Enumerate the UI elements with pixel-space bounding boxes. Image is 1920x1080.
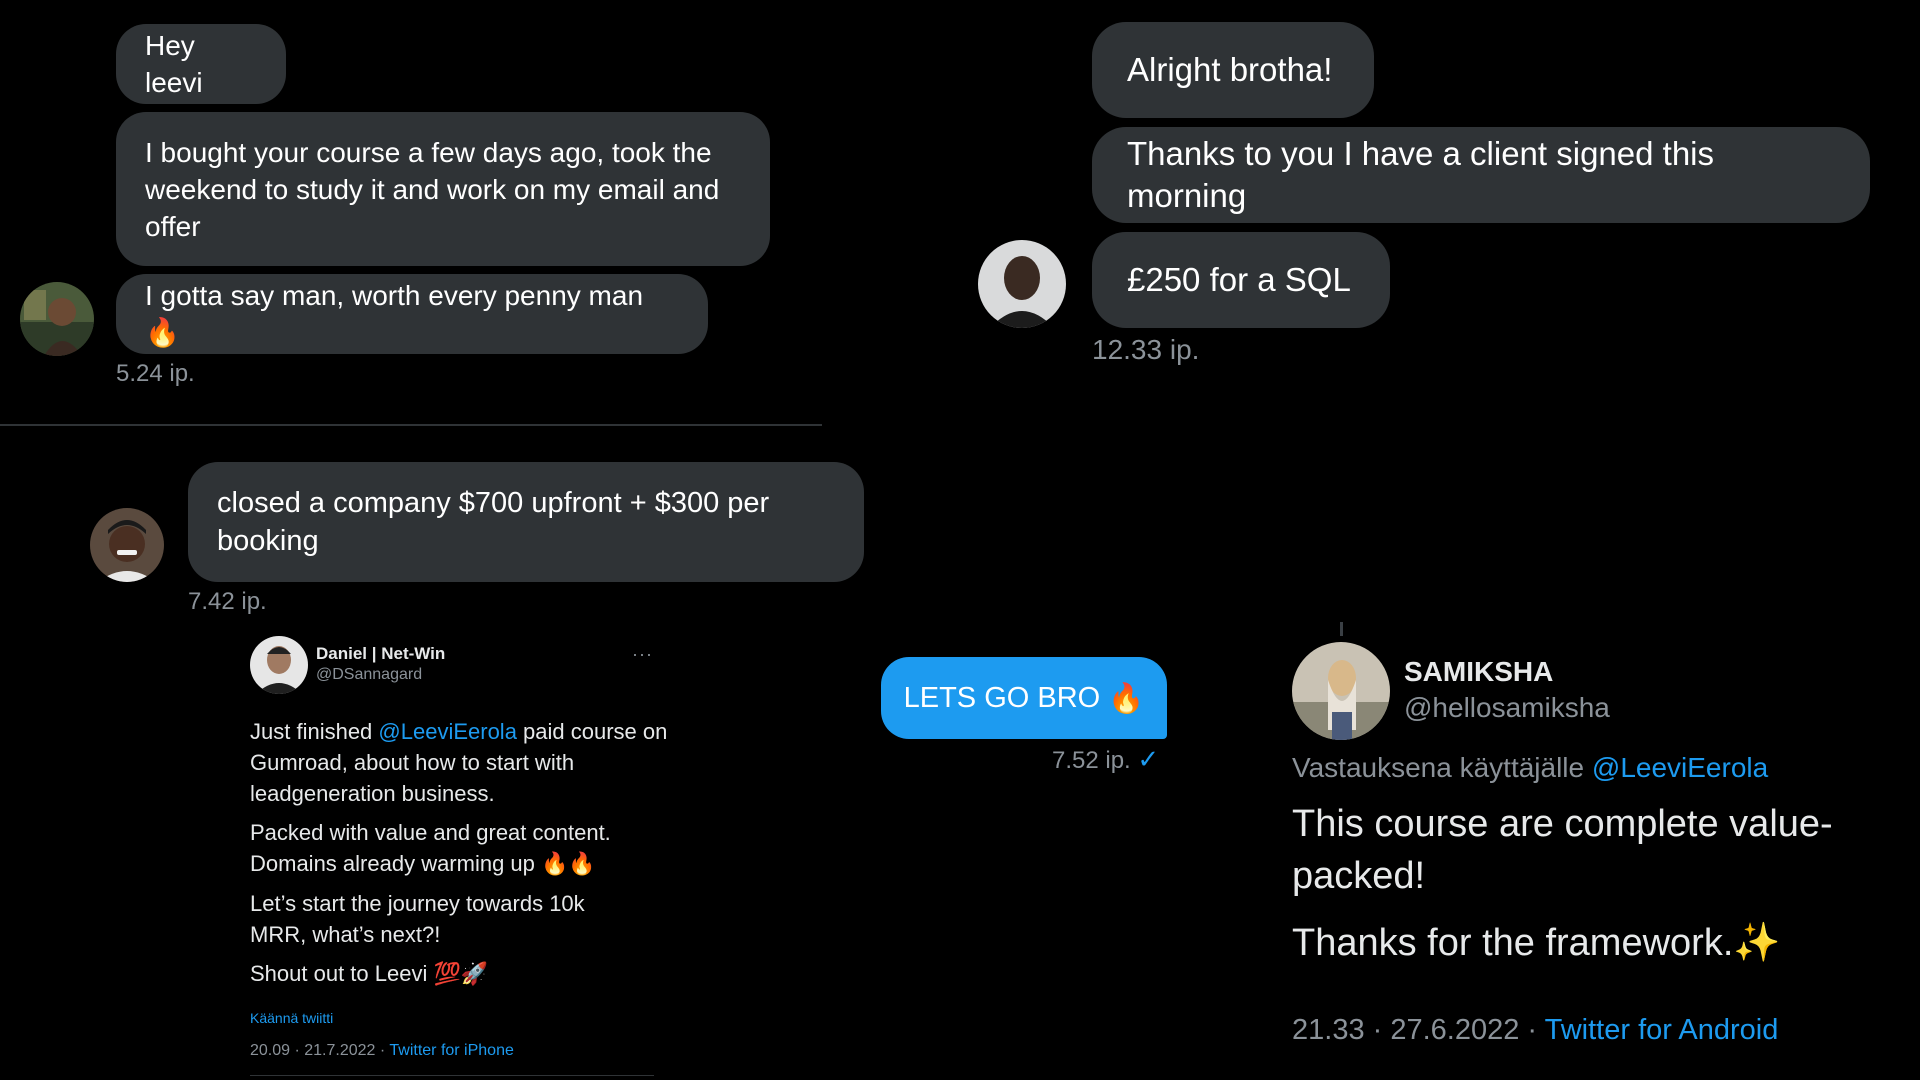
avatar-image [250, 636, 308, 694]
tweet-timestamp[interactable]: 21.33 · 27.6.2022 · [1292, 1014, 1545, 1046]
avatar-image [20, 282, 94, 356]
message-text: I bought your course a few days ago, too… [145, 136, 720, 242]
tweet-paragraph: Packed with value and great content. Dom… [250, 817, 670, 880]
message-timestamp: 7.42 ip. [188, 588, 267, 615]
message-text: LETS GO BRO [903, 681, 1101, 714]
message-bubble[interactable]: Thanks to you I have a client signed thi… [1092, 127, 1870, 223]
check-icon: ✓ [1137, 744, 1160, 774]
message-text-content: I gotta say man, worth every penny man [145, 280, 644, 311]
mention-link[interactable]: @LeeviEerola [378, 719, 517, 744]
translate-tweet-link[interactable]: Käännä twiitti [250, 1010, 333, 1026]
message-bubble[interactable]: I gotta say man, worth every penny man 🔥 [116, 274, 708, 354]
thread-line [1340, 622, 1343, 636]
message-bubble[interactable]: £250 for a SQL [1092, 232, 1390, 328]
tweet-paragraph: Just finished @LeeviEerola paid course o… [250, 716, 670, 809]
avatar[interactable] [90, 508, 164, 582]
tweet-body: This course are complete value-packed! T… [1292, 798, 1872, 969]
avatar-image [1292, 642, 1390, 740]
tweet-paragraph: Shout out to Leevi 💯🚀 [250, 958, 670, 990]
tweet-paragraph: Thanks for the framework.✨ [1292, 916, 1872, 969]
tweet-meta: 21.33 · 27.6.2022 · Twitter for Android [1292, 1014, 1778, 1047]
tweet-paragraph: This course are complete value-packed! [1292, 803, 1833, 897]
message-text: £250 for a SQL [1127, 261, 1351, 298]
reply-prefix: Vastauksena käyttäjälle [1292, 752, 1592, 783]
avatar[interactable] [978, 240, 1066, 328]
message-text: closed a company $700 upfront + $300 per… [217, 487, 770, 557]
more-options-icon[interactable]: ··· [632, 644, 653, 665]
message-text: I gotta say man, worth every penny man 🔥 [145, 277, 679, 351]
message-timestamp: 5.24 ip. [116, 360, 195, 387]
avatar[interactable] [250, 636, 308, 694]
hundred-rocket-icon: 💯🚀 [433, 962, 489, 987]
message-bubble[interactable]: closed a company $700 upfront + $300 per… [188, 462, 864, 582]
fire-icon: 🔥 [1108, 680, 1145, 715]
message-timestamp: 12.33 ip. [1092, 334, 1200, 365]
tweet-text: Domains already warming up [250, 851, 535, 876]
message-timestamp: 7.52 ip. ✓ [1052, 744, 1159, 775]
tweet-paragraph: Let’s start the journey towards 10k MRR,… [250, 891, 585, 947]
avatar-image [90, 508, 164, 582]
message-bubble[interactable]: I bought your course a few days ago, too… [116, 112, 770, 266]
tweet-source-link[interactable]: Twitter for iPhone [389, 1042, 514, 1059]
avatar[interactable] [20, 282, 94, 356]
message-text: Thanks to you I have a client signed thi… [1127, 135, 1715, 214]
tweet-source-link[interactable]: Twitter for Android [1545, 1014, 1779, 1046]
mention-link[interactable]: @LeeviEerola [1592, 752, 1768, 783]
message-text: Hey leevi [145, 30, 203, 98]
tweet-meta: 20.09 · 21.7.2022 · Twitter for iPhone [250, 1042, 514, 1060]
tweet-divider [250, 1075, 654, 1076]
reply-context: Vastauksena käyttäjälle @LeeviEerola [1292, 752, 1768, 784]
tweet-author-handle[interactable]: @hellosamiksha [1404, 692, 1610, 724]
tweet-body: Just finished @LeeviEerola paid course o… [250, 716, 670, 990]
tweet-timestamp[interactable]: 20.09 · 21.7.2022 · [250, 1042, 389, 1059]
tweet-author-name[interactable]: SAMIKSHA [1404, 656, 1553, 688]
fire-icon: 🔥 [145, 316, 180, 349]
message-bubble[interactable]: Alright brotha! [1092, 22, 1374, 118]
divider [0, 424, 822, 426]
avatar[interactable] [1292, 642, 1390, 740]
timestamp-text: 7.52 ip. [1052, 747, 1131, 774]
tweet-author-name[interactable]: Daniel | Net-Win [316, 644, 445, 664]
tweet-text: Packed with value and great content. [250, 820, 611, 845]
sparkles-icon: ✨ [1733, 920, 1781, 964]
message-text: Alright brotha! [1127, 51, 1333, 88]
tweet-text: Thanks for the framework. [1292, 922, 1734, 964]
tweet-text: Shout out to Leevi [250, 961, 428, 986]
message-bubble[interactable]: Hey leevi [116, 24, 286, 104]
tweet-author-handle[interactable]: @DSannagard [316, 666, 422, 684]
fire-icon: 🔥🔥 [541, 852, 596, 877]
sent-message-bubble[interactable]: LETS GO BRO 🔥 [881, 657, 1167, 739]
avatar-image [978, 240, 1066, 328]
tweet-text: Just finished [250, 719, 379, 744]
